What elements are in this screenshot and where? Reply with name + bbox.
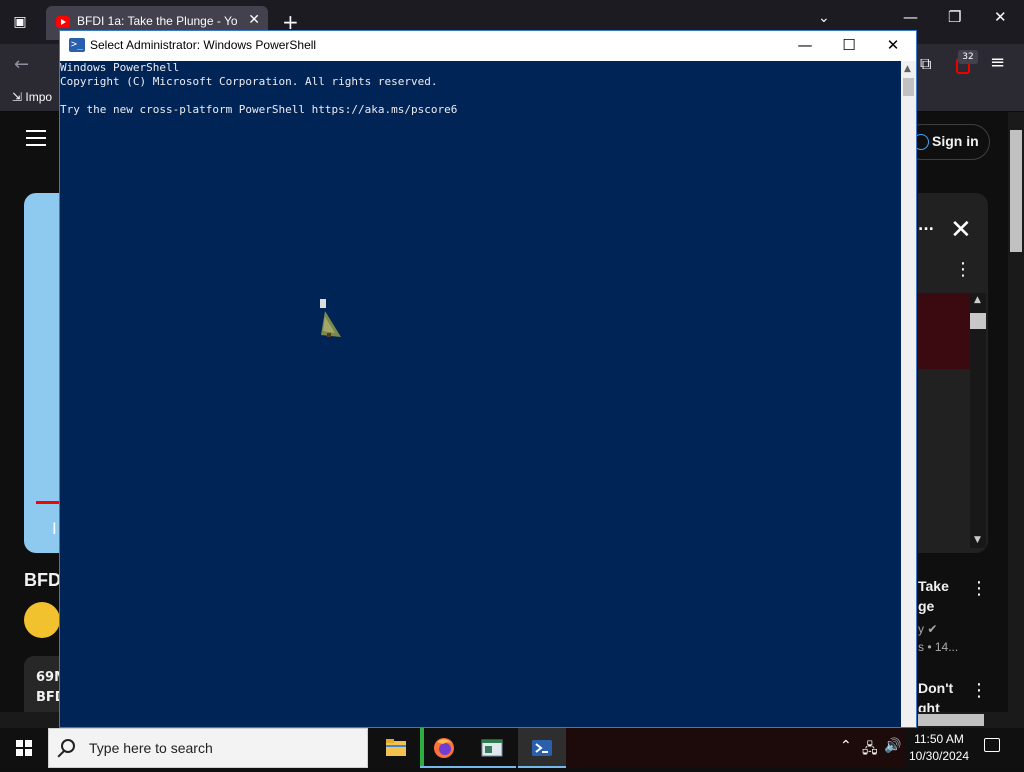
back-arrow-icon[interactable]: ← <box>14 54 29 75</box>
clock[interactable]: 11:50 AM 10/30/2024 <box>902 731 976 765</box>
taskbar: Type here to search ⌃ 🖧 🔊 11:50 AM 10/30… <box>0 728 1024 768</box>
sign-in-label: Sign in <box>932 133 979 149</box>
firefox-active-indicator <box>420 728 424 768</box>
scroll-up-icon[interactable]: ▲ <box>974 295 981 305</box>
tab-list-chevron-icon[interactable]: ⌄ <box>818 10 830 26</box>
panel-scrollbar[interactable]: ▲ ▼ <box>970 293 986 548</box>
minimize-button[interactable]: — <box>782 31 828 61</box>
powershell-taskbar-button[interactable] <box>518 728 566 768</box>
panel-thumbnail[interactable] <box>918 293 970 369</box>
volume-icon[interactable]: 🔊 <box>884 738 901 754</box>
console-output: Windows PowerShell Copyright (C) Microso… <box>60 61 457 117</box>
tab-title: BFDI 1a: Take the Plunge - YouTube <box>77 14 237 28</box>
console-area[interactable]: Windows PowerShell Copyright (C) Microso… <box>60 61 901 727</box>
rec1-channel: y ✔ <box>918 622 938 636</box>
notification-icon[interactable] <box>984 738 1000 752</box>
panel-scroll-thumb[interactable] <box>970 313 986 329</box>
console-line: Copyright (C) Microsoft Corporation. All… <box>60 75 438 88</box>
rec1-kebab-icon[interactable]: ⋮ <box>970 578 988 599</box>
console-scroll-thumb[interactable] <box>903 78 914 96</box>
video-player[interactable]: I <box>24 193 64 553</box>
firefox-icon <box>434 738 454 758</box>
folder-icon <box>386 739 406 756</box>
import-bookmarks-link[interactable]: ⇲ Impo <box>12 90 52 104</box>
christmas-tree-cursor-icon <box>321 311 341 337</box>
taskbar-wallpaper-strip <box>566 728 906 768</box>
app-window-icon <box>481 739 503 757</box>
maximize-button[interactable]: ☐ <box>826 31 872 61</box>
video-title: BFD <box>24 570 61 590</box>
file-explorer-button[interactable] <box>372 728 420 768</box>
page-scrollbar[interactable] <box>1008 112 1024 712</box>
scroll-down-icon[interactable]: ▼ <box>974 535 981 545</box>
close-icon[interactable]: ✕ <box>950 215 972 245</box>
browser-minimize-button[interactable]: — <box>903 8 918 26</box>
extensions-icon[interactable]: ⧉ <box>920 54 931 74</box>
powershell-taskbar-icon <box>532 740 552 756</box>
side-panel: ... ✕ ⋮ ▲ ▼ <box>918 193 988 553</box>
start-button[interactable] <box>0 728 48 768</box>
kebab-menu-icon[interactable]: ⋮ <box>954 259 972 280</box>
browser-close-button[interactable]: ✕ <box>994 8 1007 26</box>
notepad-app-button[interactable] <box>468 728 516 768</box>
powershell-window[interactable]: >_ Select Administrator: Windows PowerSh… <box>59 30 917 728</box>
tab-close-icon[interactable]: ✕ <box>248 12 260 28</box>
close-button[interactable]: ✕ <box>870 31 916 61</box>
rec2-kebab-icon[interactable]: ⋮ <box>970 680 988 701</box>
youtube-favicon-icon <box>56 16 70 28</box>
taskbar-search-box[interactable]: Type here to search <box>48 728 368 768</box>
search-placeholder: Type here to search <box>89 740 213 756</box>
player-letter: I <box>52 519 57 538</box>
rec1-title-line1[interactable]: Take <box>918 578 949 594</box>
extension-badge: 32 <box>958 50 978 64</box>
scroll-up-icon[interactable]: ▲ <box>904 64 911 74</box>
search-icon <box>61 739 75 753</box>
console-line: Windows PowerShell <box>60 61 180 74</box>
hamburger-menu-icon[interactable] <box>26 130 46 151</box>
clock-date: 10/30/2024 <box>908 749 970 763</box>
tray-chevron-icon[interactable]: ⌃ <box>840 738 852 754</box>
console-line: Try the new cross-platform PowerShell ht… <box>60 103 458 116</box>
firefox-view-icon[interactable]: ▣ <box>10 12 30 32</box>
page-scroll-thumb[interactable] <box>1010 130 1022 252</box>
browser-maximize-button[interactable]: ❐ <box>948 8 961 26</box>
console-scrollbar[interactable]: ▲ <box>901 61 916 727</box>
rec1-title-line2[interactable]: ge <box>918 598 934 614</box>
powershell-title: Select Administrator: Windows PowerShell <box>90 38 317 52</box>
firefox-button[interactable] <box>420 728 468 768</box>
clock-time: 11:50 AM <box>914 732 964 746</box>
more-dots[interactable]: ... <box>918 218 934 234</box>
app-menu-icon[interactable]: ≡ <box>990 52 1005 73</box>
horizontal-scroll-thumb[interactable] <box>918 714 984 726</box>
windows-logo-icon <box>16 740 32 756</box>
channel-avatar[interactable] <box>24 602 60 638</box>
powershell-titlebar[interactable]: >_ Select Administrator: Windows PowerSh… <box>60 31 916 61</box>
network-icon[interactable]: 🖧 <box>862 738 878 762</box>
powershell-icon[interactable]: >_ <box>69 38 85 52</box>
rec2-title-line1[interactable]: Don't <box>918 680 953 696</box>
rec1-meta: s • 14... <box>918 640 959 654</box>
